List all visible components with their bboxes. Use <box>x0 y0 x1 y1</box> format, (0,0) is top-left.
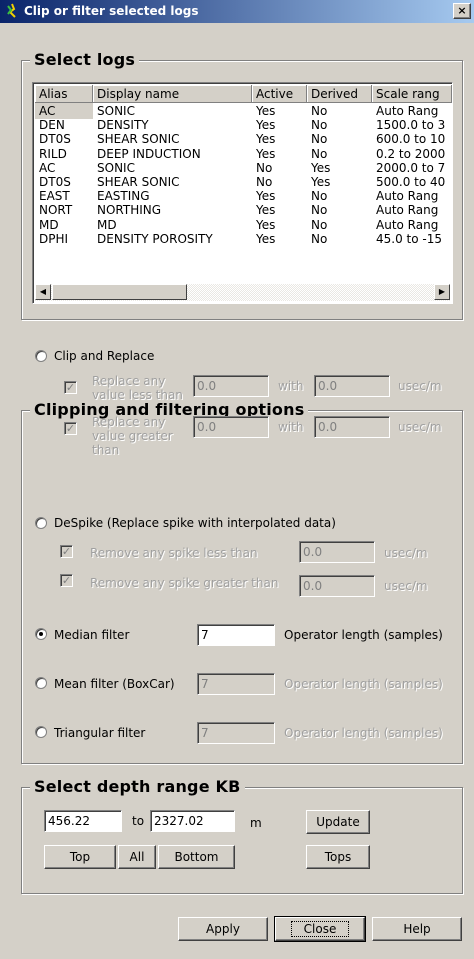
median-operator-length-field[interactable]: 7 <box>197 624 275 646</box>
replace-less-with-label: with <box>278 379 304 393</box>
cell-display-name: DENSITY POROSITY <box>97 231 213 246</box>
col-scale-range-header[interactable]: Scale rang <box>372 85 452 103</box>
median-filter-label[interactable]: Median filter <box>54 628 129 642</box>
depth-from-field[interactable]: 456.22 <box>44 810 122 832</box>
mean-filter-radio[interactable] <box>35 677 47 689</box>
cell-derived: No <box>311 231 328 246</box>
all-button[interactable]: All <box>118 845 156 869</box>
grid-horizontal-scrollbar[interactable]: ◀ ▶ <box>35 284 450 301</box>
median-filter-radio[interactable] <box>35 628 47 640</box>
triangular-operator-length-field[interactable]: 7 <box>197 722 275 744</box>
spike-less-label: Remove any spike less than <box>90 546 258 560</box>
depth-to-label: to <box>132 814 145 828</box>
triangular-filter-radio[interactable] <box>35 726 47 738</box>
spike-less-unit: usec/m <box>384 546 428 560</box>
top-button[interactable]: Top <box>44 845 116 869</box>
cell-active: Yes <box>256 231 276 246</box>
spike-greater-value-field[interactable]: 0.0 <box>299 575 375 597</box>
replace-greater-checkbox[interactable]: ✓ <box>64 422 77 435</box>
bottom-button[interactable]: Bottom <box>158 845 235 869</box>
mean-operator-length-label: Operator length (samples) <box>284 677 443 691</box>
spike-less-value-field[interactable]: 0.0 <box>299 541 375 563</box>
cell-alias: DPHI <box>39 231 69 246</box>
scroll-right-button[interactable]: ▶ <box>434 284 450 300</box>
despike-radio[interactable] <box>35 517 47 529</box>
replace-less-label: Replace any value less than <box>92 374 183 402</box>
close-button[interactable]: Close <box>274 916 366 942</box>
scroll-thumb[interactable] <box>52 284 187 300</box>
close-button-label: Close <box>290 921 350 937</box>
scroll-left-button[interactable]: ◀ <box>35 284 51 300</box>
help-button[interactable]: Help <box>372 917 462 941</box>
spike-less-checkbox[interactable]: ✓ <box>60 545 73 558</box>
replace-greater-label: Replace any value greater than <box>92 415 173 457</box>
logs-grid[interactable]: Alias Display name Active Derived Scale … <box>32 82 453 304</box>
col-derived-header[interactable]: Derived <box>307 85 372 103</box>
spike-greater-unit: usec/m <box>384 579 428 593</box>
cell-scale-range: 45.0 to -15 <box>376 231 442 246</box>
col-alias-header[interactable]: Alias <box>35 85 93 103</box>
triangular-operator-length-label: Operator length (samples) <box>284 726 443 740</box>
app-icon <box>7 3 16 18</box>
replace-less-checkbox[interactable]: ✓ <box>64 381 77 394</box>
window-title: Clip or filter selected logs <box>24 4 199 18</box>
replace-greater-with-field[interactable]: 0.0 <box>314 416 390 438</box>
select-logs-legend: Select logs <box>30 49 140 71</box>
depth-to-field[interactable]: 2327.02 <box>150 810 235 832</box>
depth-range-group: Select depth range KB <box>21 776 463 894</box>
mean-filter-label[interactable]: Mean filter (BoxCar) <box>54 677 175 691</box>
replace-greater-value-field[interactable]: 0.0 <box>193 416 269 438</box>
update-button[interactable]: Update <box>306 810 370 834</box>
triangular-filter-label[interactable]: Triangular filter <box>54 726 145 740</box>
col-display-name-header[interactable]: Display name <box>93 85 252 103</box>
spike-greater-label: Remove any spike greater than <box>90 576 279 590</box>
depth-unit-label: m <box>250 816 262 830</box>
replace-greater-with-label: with <box>278 420 304 434</box>
window-close-button[interactable]: × <box>453 3 471 19</box>
replace-less-with-field[interactable]: 0.0 <box>314 375 390 397</box>
spike-greater-checkbox[interactable]: ✓ <box>60 574 73 587</box>
tops-button[interactable]: Tops <box>306 845 370 869</box>
despike-label[interactable]: DeSpike (Replace spike with interpolated… <box>54 516 336 530</box>
mean-operator-length-field[interactable]: 7 <box>197 673 275 695</box>
replace-less-unit: usec/m <box>398 379 442 393</box>
col-active-header[interactable]: Active <box>252 85 307 103</box>
title-bar: Clip or filter selected logs × <box>0 0 474 23</box>
apply-button[interactable]: Apply <box>178 917 268 941</box>
median-operator-length-label: Operator length (samples) <box>284 628 443 642</box>
depth-range-legend: Select depth range KB <box>30 776 245 798</box>
clip-replace-radio[interactable] <box>35 350 47 362</box>
replace-less-value-field[interactable]: 0.0 <box>193 375 269 397</box>
clip-replace-label[interactable]: Clip and Replace <box>54 349 154 363</box>
replace-greater-unit: usec/m <box>398 420 442 434</box>
